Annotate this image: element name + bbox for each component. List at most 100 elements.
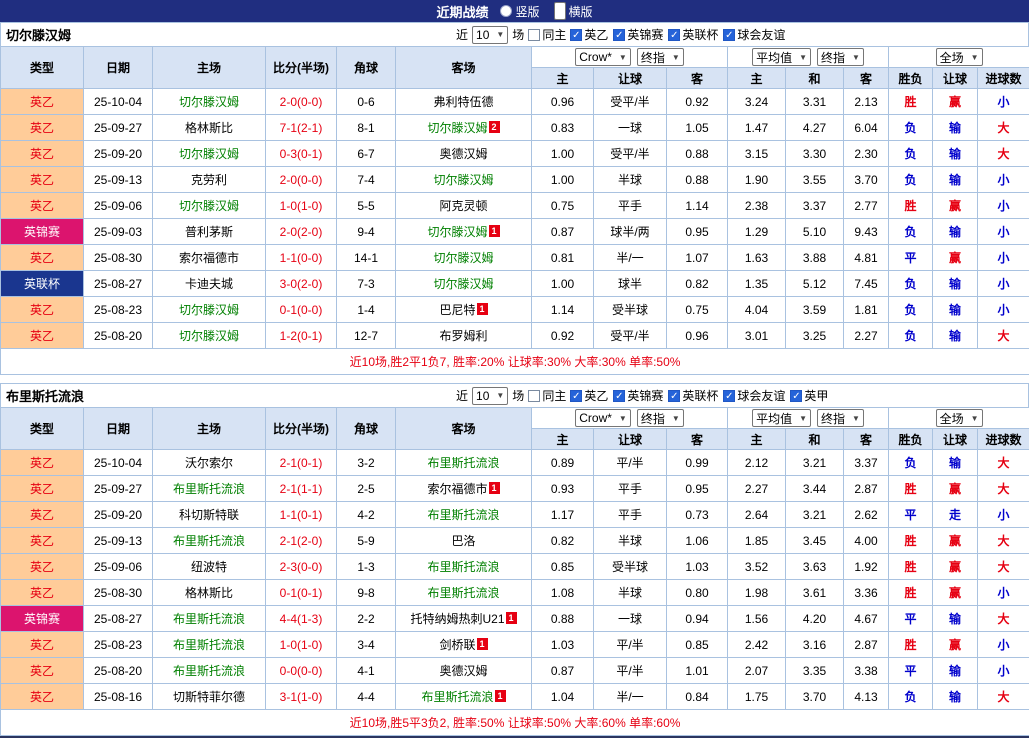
same-home-filter[interactable]: 同主 — [528, 26, 566, 43]
result-handicap: 输 — [933, 115, 978, 141]
team-name[interactable]: 布里斯托流浪 — [427, 560, 499, 574]
team-name[interactable]: 沃尔索尔 — [185, 456, 233, 470]
team-name[interactable]: 格林斯比 — [185, 121, 233, 135]
date-cell: 25-09-06 — [84, 193, 153, 219]
chevron-down-icon: ▼ — [971, 53, 979, 62]
unit-label: 场 — [512, 387, 524, 404]
team-name[interactable]: 奥德汉姆 — [439, 147, 487, 161]
asian-mode-select[interactable]: 终指▼ — [637, 409, 684, 427]
radio-selected-icon[interactable] — [554, 2, 566, 20]
scope-select[interactable]: 全场▼ — [936, 48, 983, 66]
team-name[interactable]: 普利茅斯 — [185, 225, 233, 239]
home-cell: 切尔滕汉姆 — [153, 141, 266, 167]
checkbox-checked-icon[interactable]: ✓ — [570, 390, 582, 402]
team-name[interactable]: 切尔滕汉姆 — [179, 147, 239, 161]
league-filter[interactable]: ✓英锦赛 — [613, 26, 663, 43]
team-name[interactable]: 切尔滕汉姆 — [433, 173, 493, 187]
league-filter[interactable]: ✓英联杯 — [668, 26, 718, 43]
team-name[interactable]: 切尔滕汉姆 — [179, 95, 239, 109]
team-name[interactable]: 切尔滕汉姆 — [179, 329, 239, 343]
euro-home-odds: 2.64 — [728, 502, 786, 528]
league-filter[interactable]: ✓球会友谊 — [723, 387, 785, 404]
team-name[interactable]: 切尔滕汉姆 — [179, 303, 239, 317]
checkbox-unchecked-icon[interactable] — [528, 390, 540, 402]
match-row: 英乙25-09-20科切斯特联1-1(0-1)4-2布里斯托流浪1.17平手0.… — [1, 502, 1029, 528]
team-name[interactable]: 切尔滕汉姆 — [179, 199, 239, 213]
team-name[interactable]: 奥德汉姆 — [439, 664, 487, 678]
checkbox-checked-icon[interactable]: ✓ — [790, 390, 802, 402]
team-name[interactable]: 布里斯托流浪 — [427, 508, 499, 522]
team-name[interactable]: 布里斯托流浪 — [427, 586, 499, 600]
checkbox-checked-icon[interactable]: ✓ — [570, 29, 582, 41]
layout-radio-vertical[interactable]: 竖版 — [500, 3, 539, 20]
team-name[interactable]: 切尔滕汉姆 — [427, 121, 487, 135]
team-name[interactable]: 索尔福德市 — [179, 251, 239, 265]
team-name[interactable]: 布里斯托流浪 — [173, 612, 245, 626]
filter-controls: 近 10 ▼ 场 同主 ✓英乙✓英锦赛✓英联杯✓球会友谊✓英甲 — [456, 387, 828, 405]
asian-source-select[interactable]: Crow*▼ — [575, 409, 631, 427]
team-name[interactable]: 克劳利 — [191, 173, 227, 187]
col-euro-draw: 和 — [786, 68, 844, 89]
result-handicap: 输 — [933, 167, 978, 193]
team-name[interactable]: 纽波特 — [191, 560, 227, 574]
away-cell: 布里斯托流浪 — [396, 554, 532, 580]
result-goals: 小 — [978, 167, 1029, 193]
checkbox-checked-icon[interactable]: ✓ — [723, 29, 735, 41]
team-name[interactable]: 巴洛 — [451, 534, 475, 548]
radio-unselected-icon[interactable] — [500, 5, 512, 17]
league-filter[interactable]: ✓英联杯 — [668, 387, 718, 404]
asian-away-odds: 0.73 — [667, 502, 728, 528]
checkbox-unchecked-icon[interactable] — [528, 29, 540, 41]
team-name[interactable]: 布里斯托流浪 — [173, 664, 245, 678]
team-name[interactable]: 布里斯托流浪 — [173, 534, 245, 548]
recent-results-page: 近期战绩 竖版 横版 切尔滕汉姆 近 10 ▼ 场 — [0, 0, 1029, 738]
league-filter[interactable]: ✓英乙 — [570, 387, 608, 404]
team-name[interactable]: 卡迪夫城 — [185, 277, 233, 291]
asian-mode-select[interactable]: 终指▼ — [637, 48, 684, 66]
match-count-select[interactable]: 10 ▼ — [472, 387, 508, 405]
scope-select[interactable]: 全场▼ — [936, 409, 983, 427]
team-name[interactable]: 布里斯托流浪 — [427, 456, 499, 470]
layout-radio-group: 竖版 横版 — [500, 2, 592, 20]
corner-cell: 4-1 — [337, 658, 396, 684]
team-name[interactable]: 巴尼特 — [439, 303, 475, 317]
team-name[interactable]: 布里斯托流浪 — [421, 690, 493, 704]
away-cell: 巴尼特1 — [396, 297, 532, 323]
checkbox-checked-icon[interactable]: ✓ — [668, 390, 680, 402]
col-type: 类型 — [1, 47, 84, 89]
checkbox-checked-icon[interactable]: ✓ — [723, 390, 735, 402]
layout-radio-horizontal[interactable]: 横版 — [554, 2, 593, 20]
team-name[interactable]: 科切斯特联 — [179, 508, 239, 522]
team-name[interactable]: 切尔滕汉姆 — [433, 251, 493, 265]
checkbox-checked-icon[interactable]: ✓ — [668, 29, 680, 41]
league-filter[interactable]: ✓英甲 — [790, 387, 828, 404]
league-filter[interactable]: ✓球会友谊 — [723, 26, 785, 43]
league-filter[interactable]: ✓英锦赛 — [613, 387, 663, 404]
team-name[interactable]: 剑桥联 — [439, 638, 475, 652]
team-name[interactable]: 切斯特菲尔德 — [173, 690, 245, 704]
same-home-filter[interactable]: 同主 — [528, 387, 566, 404]
team-name[interactable]: 阿克灵顿 — [439, 199, 487, 213]
away-cell: 布里斯托流浪 — [396, 502, 532, 528]
team-name[interactable]: 布里斯托流浪 — [173, 482, 245, 496]
league-filter[interactable]: ✓英乙 — [570, 26, 608, 43]
team-name[interactable]: 切尔滕汉姆 — [427, 225, 487, 239]
euro-mode-select[interactable]: 终指▼ — [817, 48, 864, 66]
euro-mode-select[interactable]: 终指▼ — [817, 409, 864, 427]
team-name[interactable]: 索尔福德市 — [427, 482, 487, 496]
match-count-select[interactable]: 10 ▼ — [472, 26, 508, 44]
team-name[interactable]: 切尔滕汉姆 — [433, 277, 493, 291]
team-name[interactable]: 布里斯托流浪 — [173, 638, 245, 652]
checkbox-checked-icon[interactable]: ✓ — [613, 390, 625, 402]
checkbox-checked-icon[interactable]: ✓ — [613, 29, 625, 41]
euro-away-odds: 2.62 — [844, 502, 889, 528]
euro-source-select[interactable]: 平均值▼ — [752, 48, 811, 66]
asian-source-select[interactable]: Crow*▼ — [575, 48, 631, 66]
team-name[interactable]: 托特纳姆热刺U21 — [410, 612, 504, 626]
euro-source-select[interactable]: 平均值▼ — [752, 409, 811, 427]
corner-cell: 0-6 — [337, 89, 396, 115]
team-name[interactable]: 弗利特伍德 — [433, 95, 493, 109]
team-name[interactable]: 格林斯比 — [185, 586, 233, 600]
team-name[interactable]: 布罗姆利 — [439, 329, 487, 343]
col-corner: 角球 — [337, 47, 396, 89]
